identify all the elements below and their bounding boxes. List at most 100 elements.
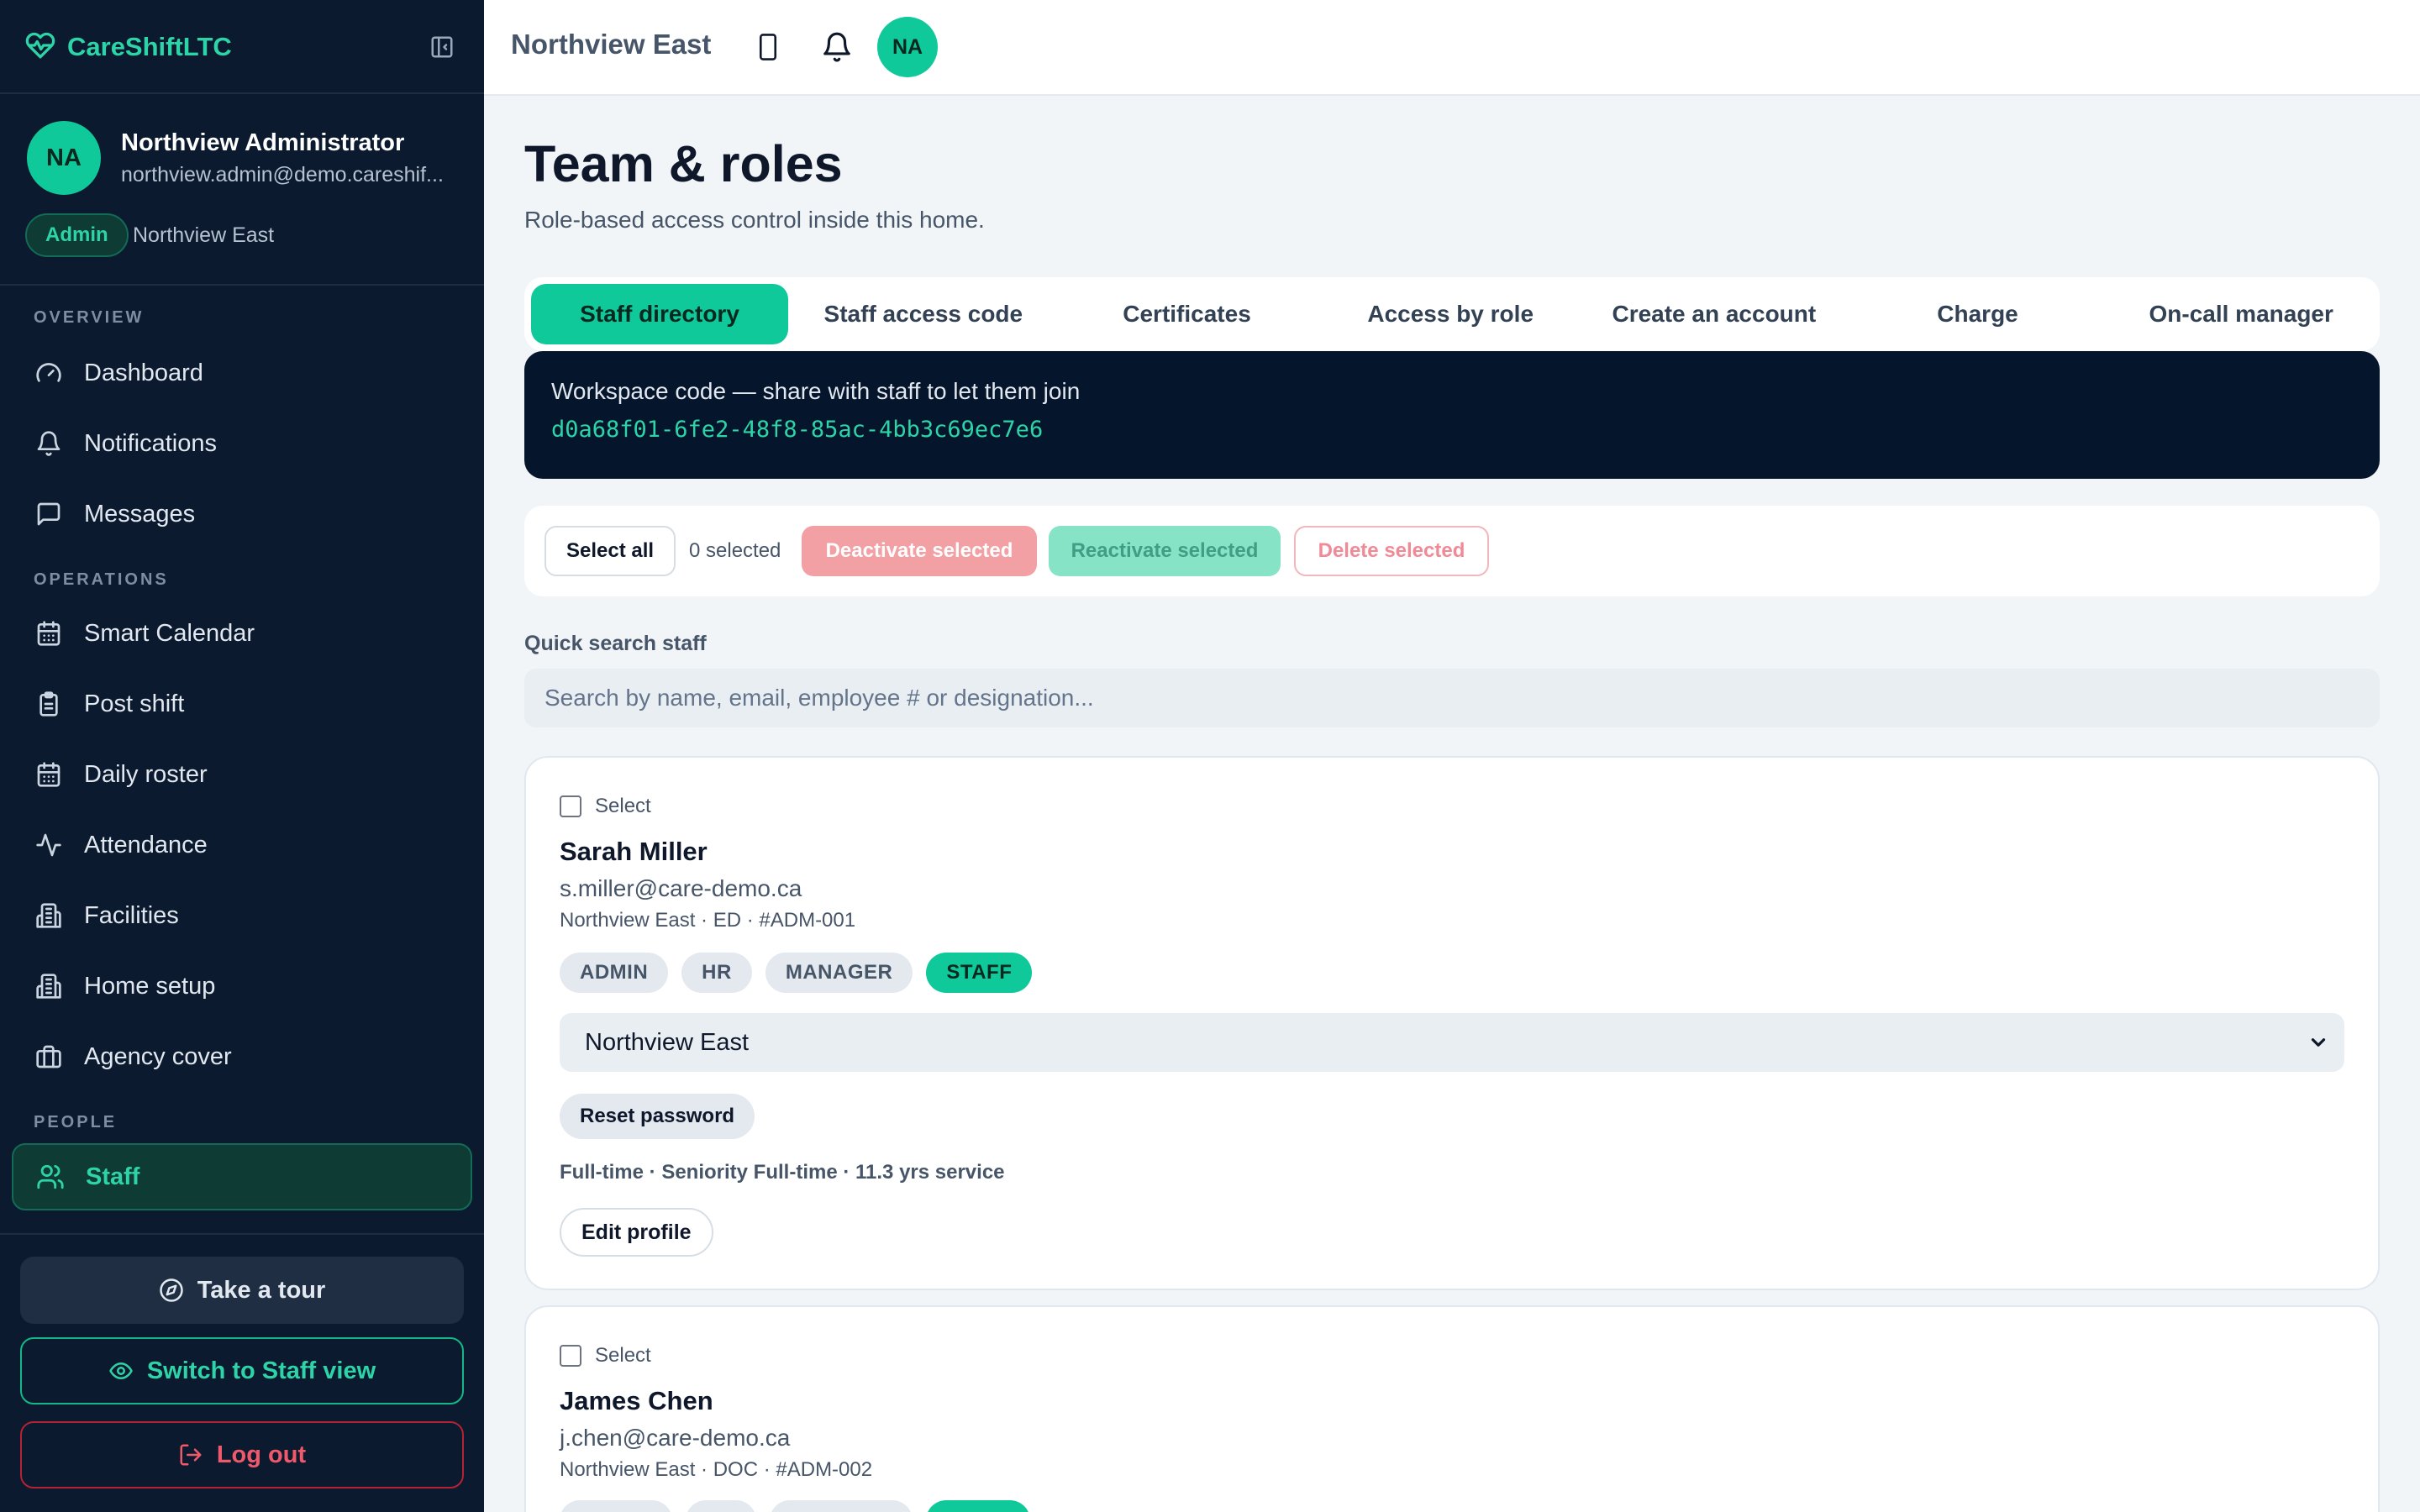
sidebar-item-label: Staff xyxy=(86,1163,140,1190)
users-icon xyxy=(35,1162,66,1192)
topbar: Northview East NA xyxy=(484,0,2420,96)
eye-icon xyxy=(108,1358,134,1383)
sidebar-item-label: Post shift xyxy=(84,690,185,717)
role-pill[interactable] xyxy=(560,1500,672,1512)
tab-certificates[interactable]: Certificates xyxy=(1055,284,1319,344)
staff-search-input[interactable] xyxy=(524,669,2380,727)
bulk-actions-bar: Select all 0 selected Deactivate selecte… xyxy=(524,506,2380,596)
phone-icon[interactable] xyxy=(751,30,785,64)
sidebar-item-label: Smart Calendar xyxy=(84,619,255,647)
nav-section-overview: OVERVIEW xyxy=(34,308,145,327)
sidebar-item-messages[interactable]: Messages xyxy=(12,480,472,548)
deactivate-selected-button[interactable]: Deactivate selected xyxy=(802,526,1037,576)
sidebar-item-staff[interactable]: Staff xyxy=(12,1143,472,1210)
activity-icon xyxy=(34,830,64,860)
tab-bar: Staff directory Staff access code Certif… xyxy=(524,277,2380,351)
heart-pulse-icon xyxy=(25,30,55,65)
sidebar-collapse-icon[interactable] xyxy=(425,30,459,64)
gauge-icon xyxy=(34,358,64,388)
sidebar-item-agency-cover[interactable]: Agency cover xyxy=(12,1023,472,1090)
sidebar-divider xyxy=(0,284,484,286)
sidebar-item-facilities[interactable]: Facilities xyxy=(12,882,472,949)
sidebar-item-label: Home setup xyxy=(84,972,216,1000)
tab-create-account[interactable]: Create an account xyxy=(1582,284,1846,344)
select-checkbox[interactable] xyxy=(560,795,581,817)
sidebar-item-label: Facilities xyxy=(84,901,179,929)
clipboard-icon xyxy=(34,689,64,719)
tab-staff-directory[interactable]: Staff directory xyxy=(531,284,788,344)
staff-card: Select James Chen j.chen@care-demo.ca No… xyxy=(524,1305,2380,1512)
select-label: Select xyxy=(595,795,651,817)
brand[interactable]: CareShiftLTC xyxy=(25,27,459,67)
reactivate-selected-button[interactable]: Reactivate selected xyxy=(1049,526,1281,576)
take-tour-button[interactable]: Take a tour xyxy=(20,1257,464,1324)
sidebar-item-label: Daily roster xyxy=(84,760,208,788)
compass-icon xyxy=(159,1278,184,1303)
take-tour-label: Take a tour xyxy=(197,1276,326,1304)
sidebar-item-home-setup[interactable]: Home setup xyxy=(12,953,472,1020)
edit-profile-button[interactable]: Edit profile xyxy=(560,1208,713,1257)
role-pill[interactable] xyxy=(686,1500,756,1512)
tab-on-call-manager[interactable]: On-call manager xyxy=(2109,284,2373,344)
staff-card: Select Sarah Miller s.miller@care-demo.c… xyxy=(524,756,2380,1290)
role-pill-admin[interactable]: ADMIN xyxy=(560,953,669,993)
page-subtitle: Role-based access control inside this ho… xyxy=(524,207,985,233)
staff-name: James Chen xyxy=(560,1386,713,1415)
bell-icon xyxy=(34,428,64,459)
home-select[interactable]: Northview East xyxy=(560,1013,2344,1072)
reset-password-button[interactable]: Reset password xyxy=(560,1094,755,1139)
sidebar-item-smart-calendar[interactable]: Smart Calendar xyxy=(12,600,472,667)
avatar[interactable]: NA xyxy=(877,17,938,77)
staff-email: j.chen@care-demo.ca xyxy=(560,1425,791,1451)
workspace-code-panel: Workspace code — share with staff to let… xyxy=(524,351,2380,479)
role-pill[interactable] xyxy=(926,1500,1030,1512)
sidebar-item-post-shift[interactable]: Post shift xyxy=(12,670,472,738)
role-pill-hr[interactable]: HR xyxy=(681,953,752,993)
home-select-value: Northview East xyxy=(585,1028,750,1056)
staff-meta: Northview East · DOC · #ADM-002 xyxy=(560,1458,873,1481)
briefcase-icon xyxy=(34,1042,64,1072)
page-title: Team & roles xyxy=(524,135,843,192)
sidebar-item-notifications[interactable]: Notifications xyxy=(12,410,472,477)
role-badge: Admin xyxy=(25,213,129,257)
role-toggles: ADMIN HR MANAGER STAFF xyxy=(560,953,1045,993)
select-all-button[interactable]: Select all xyxy=(544,526,676,576)
tab-access-by-role[interactable]: Access by role xyxy=(1318,284,1582,344)
select-label: Select xyxy=(595,1344,651,1367)
switch-view-button[interactable]: Switch to Staff view xyxy=(20,1337,464,1404)
role-pill-staff[interactable]: STAFF xyxy=(926,953,1033,993)
delete-selected-button[interactable]: Delete selected xyxy=(1294,526,1489,576)
sidebar-item-label: Messages xyxy=(84,500,196,528)
sidebar-item-attendance[interactable]: Attendance xyxy=(12,811,472,879)
staff-select[interactable]: Select xyxy=(560,795,651,818)
nav-section-people: PEOPLE xyxy=(34,1113,118,1131)
role-pill-manager[interactable]: MANAGER xyxy=(765,953,913,993)
workspace-code-value[interactable]: d0a68f01-6fe2-48f8-85ac-4bb3c69ec7e6 xyxy=(551,417,2353,443)
role-pill[interactable] xyxy=(770,1500,913,1512)
calendar-icon xyxy=(34,618,64,648)
sidebar-item-label: Agency cover xyxy=(84,1042,232,1070)
user-home: Northview East xyxy=(133,223,275,247)
role-toggles xyxy=(560,1500,1044,1512)
message-icon xyxy=(34,499,64,529)
logout-button[interactable]: Log out xyxy=(20,1421,464,1488)
sidebar-item-label: Notifications xyxy=(84,429,217,457)
logout-label: Log out xyxy=(216,1441,307,1468)
user-name: Northview Administrator xyxy=(121,129,405,156)
select-checkbox[interactable] xyxy=(560,1345,581,1367)
staff-select[interactable]: Select xyxy=(560,1344,651,1368)
calendar-icon xyxy=(34,759,64,790)
sidebar: CareShiftLTC NA Northview Administrator … xyxy=(0,0,484,1512)
staff-meta: Northview East · ED · #ADM-001 xyxy=(560,909,856,932)
tab-charge[interactable]: Charge xyxy=(1846,284,2110,344)
tab-staff-access-code[interactable]: Staff access code xyxy=(792,284,1055,344)
sidebar-item-daily-roster[interactable]: Daily roster xyxy=(12,741,472,808)
sidebar-item-label: Dashboard xyxy=(84,359,203,386)
sidebar-item-dashboard[interactable]: Dashboard xyxy=(12,339,472,407)
employment-info: Full-time · Seniority Full-time · 11.3 y… xyxy=(560,1161,1005,1184)
user-email: northview.admin@demo.careshif... xyxy=(121,163,444,186)
staff-name: Sarah Miller xyxy=(560,837,708,866)
avatar[interactable]: NA xyxy=(27,121,101,195)
bell-icon[interactable] xyxy=(818,29,855,66)
selected-count: 0 selected xyxy=(689,539,781,562)
